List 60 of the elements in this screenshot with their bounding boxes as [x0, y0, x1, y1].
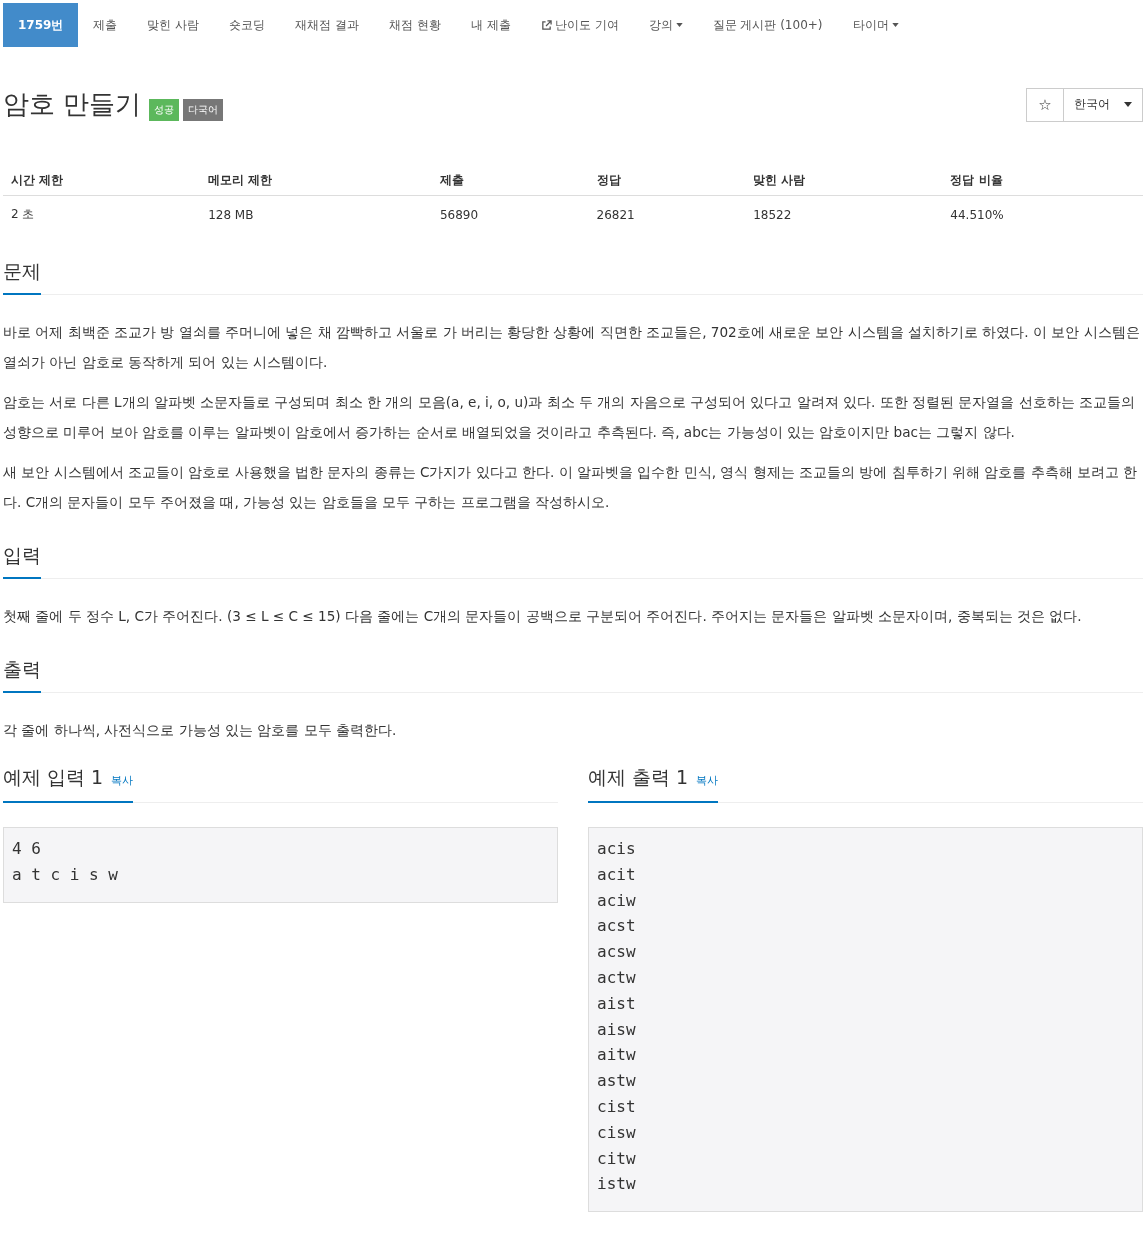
- code-line: aist: [597, 992, 637, 1015]
- code-line: citw: [597, 1147, 637, 1170]
- code-line: aisw: [597, 1018, 637, 1041]
- nav-tab[interactable]: 1759번: [3, 3, 79, 47]
- nav-tab[interactable]: 제출: [78, 3, 133, 47]
- column-header: 정답: [588, 166, 746, 196]
- paragraph: 암호는 서로 다른 L개의 알파벳 소문자들로 구성되며 최소 한 개의 모음(a, e, i, o, u)과 최소 두 개의 자음으로 구성되어 있다고 알려져 있다. 또한 정렬된 문자열을 선호하는 조교들의 성향으로 미루어 보아 암호를 이루는 알파벳이 암호에서 증가하는 순서로 배열되었을 것이라고 추측된다. 즉, abc는 가능성이 있는 암호이지만 bac는 그렇지 않다.: [3, 393, 1136, 442]
- star-button[interactable]: ☆: [1026, 87, 1064, 122]
- section-heading: 문제: [3, 249, 41, 295]
- code-line: aitw: [597, 1044, 637, 1067]
- copy-link[interactable]: 복사: [111, 773, 134, 788]
- paragraph: 새 보안 시스템에서 조교들이 암호로 사용했을 법한 문자의 종류는 C가지가 있다고 한다. 이 알파벳을 입수한 민식, 영식 형제는 조교들의 방에 침투하기 위해 암호를 추측해 보려고 한다. C개의 문자들이 모두 주어졌을 때, 가능성 있는 암호들을 모두 구하는 프로그램을 작성하시오.: [3, 463, 1139, 512]
- table-cell: 44.510%: [942, 195, 1143, 233]
- caret-icon: [675, 23, 683, 27]
- section-heading: 출력: [3, 647, 41, 693]
- status-label: 다국어: [183, 98, 224, 121]
- code-line: acst: [597, 915, 637, 938]
- code-line: a t c i s w: [12, 863, 119, 886]
- nav-tab[interactable]: 재채점 결과: [280, 3, 375, 47]
- column-header: 시간 제한: [3, 166, 201, 196]
- code-line: istw: [597, 1173, 637, 1196]
- nav-tab[interactable]: 숏코딩: [214, 3, 281, 47]
- language-dropdown[interactable]: 한국어: [1064, 87, 1143, 122]
- code-line: aciw: [597, 889, 637, 912]
- code-line: acis: [597, 838, 637, 860]
- nav-tab[interactable]: 난이도 기여: [525, 3, 634, 47]
- table-cell: 26821: [588, 195, 746, 233]
- column-header: 맞힌 사람: [745, 166, 943, 196]
- nav-tab[interactable]: 질문 게시판 (100+): [697, 3, 838, 47]
- table-cell: 128 MB: [200, 195, 432, 233]
- paragraph: 첫째 줄에 두 정수 L, C가 주어진다. (3 ≤ L ≤ C ≤ 15) 다음 줄에는 C개의 문자들이 공백으로 구분되어 주어진다. 주어지는 문자들은 알파벳 소문자이며, 중복되는 것은 없다.: [3, 607, 1083, 626]
- code-line: acit: [597, 863, 637, 886]
- external-link-icon: [540, 19, 552, 31]
- code-line: cisw: [597, 1121, 637, 1144]
- column-header: 정답 비율: [942, 166, 1143, 196]
- table-cell: 56890: [431, 195, 589, 233]
- code-line: astw: [597, 1070, 637, 1093]
- nav-tab[interactable]: 내 제출: [455, 3, 526, 47]
- code-line: acsw: [597, 941, 637, 964]
- column-header: 메모리 제한: [200, 166, 432, 196]
- caret-icon: [1124, 102, 1132, 107]
- code-line: cist: [597, 1095, 637, 1118]
- caret-icon: [891, 23, 899, 27]
- nav-tab[interactable]: 강의: [633, 3, 698, 47]
- section-heading: 입력: [3, 533, 41, 579]
- paragraph: 각 줄에 하나씩, 사전식으로 가능성 있는 암호를 모두 출력한다.: [3, 721, 398, 740]
- column-header: 제출: [431, 166, 589, 196]
- table-cell: 2 초: [3, 195, 201, 233]
- code-line: actw: [597, 967, 637, 989]
- paragraph: 바로 어제 최백준 조교가 방 열쇠를 주머니에 넣은 채 깜빡하고 서울로 가 버리는 황당한 상황에 직면한 조교들은, 702호에 새로운 보안 시스템을 설치하기로 하였다. 이 보안 시스템은 열쇠가 아닌 암호로 동작하게 되어 있는 시스템이다.: [3, 323, 1141, 372]
- table-cell: 18522: [745, 195, 943, 233]
- status-label: 성공: [149, 98, 180, 121]
- nav-tab[interactable]: 맞힌 사람: [132, 3, 215, 47]
- copy-link[interactable]: 복사: [696, 773, 719, 788]
- sample-heading: 예제 입력 1: [3, 765, 104, 790]
- problem-title: 암호 만들기: [3, 88, 142, 121]
- nav-tab[interactable]: 타이머: [837, 3, 914, 47]
- code-line: 4 6: [12, 838, 42, 860]
- sample-heading: 예제 출력 1: [588, 765, 689, 790]
- nav-tab[interactable]: 채점 현황: [374, 3, 456, 47]
